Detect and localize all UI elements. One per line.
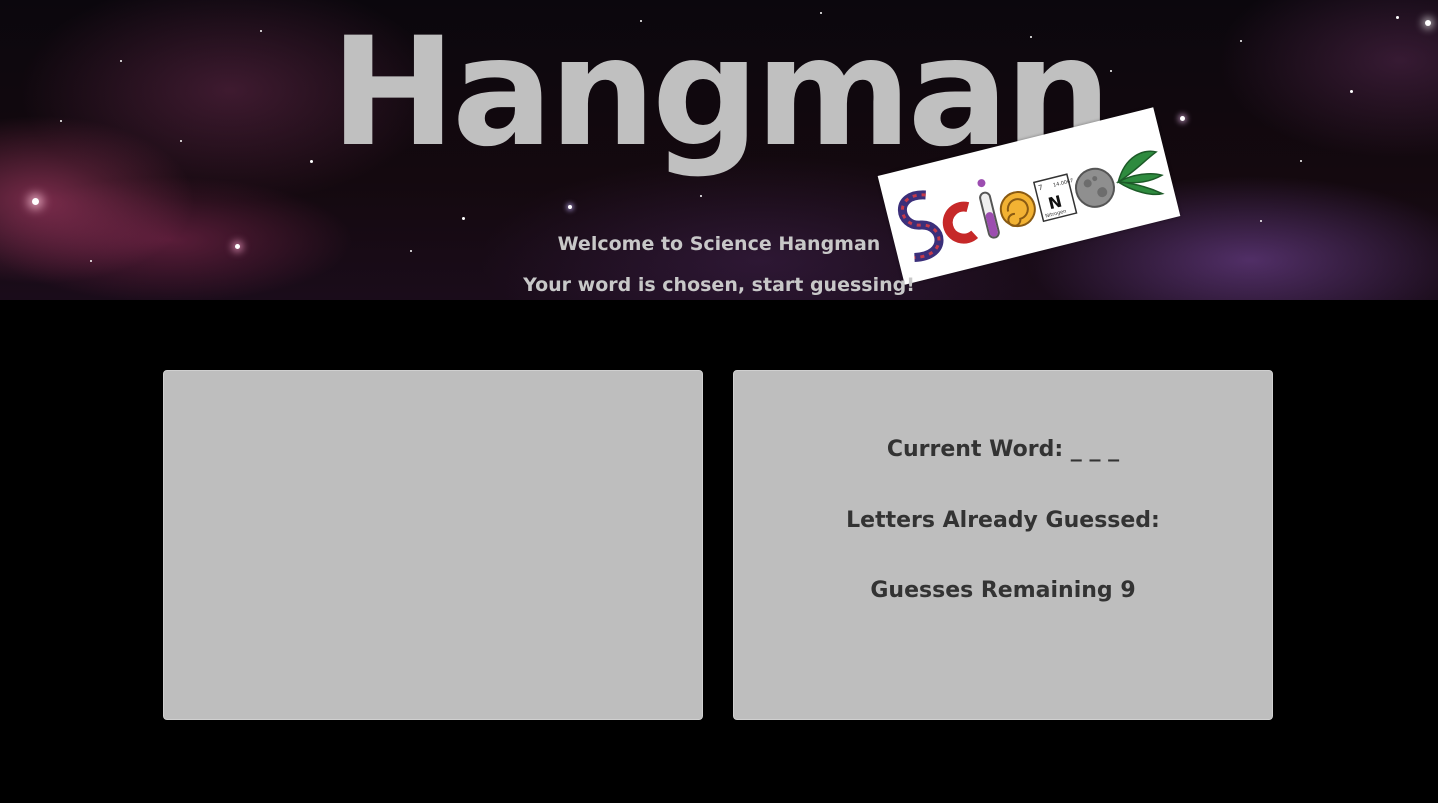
welcome-message: Welcome to Science Hangman	[557, 233, 881, 255]
game-info-panel: Current Word: _ _ _ Letters Already Gues…	[733, 370, 1273, 720]
space-header: Hangman 7 14.0067 N Nitrogen Welcome to …	[0, 0, 1438, 300]
star-decoration	[462, 217, 465, 220]
letters-guessed: Letters Already Guessed:	[734, 508, 1272, 533]
star-decoration	[32, 198, 39, 205]
star-decoration	[90, 260, 92, 262]
game-status-message: Your word is chosen, start guessing!	[523, 274, 915, 296]
letters-guessed-label: Letters Already Guessed:	[846, 508, 1160, 533]
current-word-label: Current Word:	[886, 437, 1064, 462]
star-decoration	[1260, 220, 1262, 222]
page-title: Hangman	[330, 6, 1111, 180]
current-word: Current Word: _ _ _	[734, 437, 1272, 462]
star-decoration	[568, 205, 572, 209]
star-decoration	[700, 195, 702, 197]
current-word-value: _ _ _	[1070, 437, 1120, 462]
guesses-remaining: Guesses Remaining 9	[734, 578, 1272, 603]
guesses-remaining-label: Guesses Remaining	[870, 578, 1113, 603]
hangman-drawing-panel	[163, 370, 703, 720]
guesses-remaining-value: 9	[1120, 578, 1136, 603]
